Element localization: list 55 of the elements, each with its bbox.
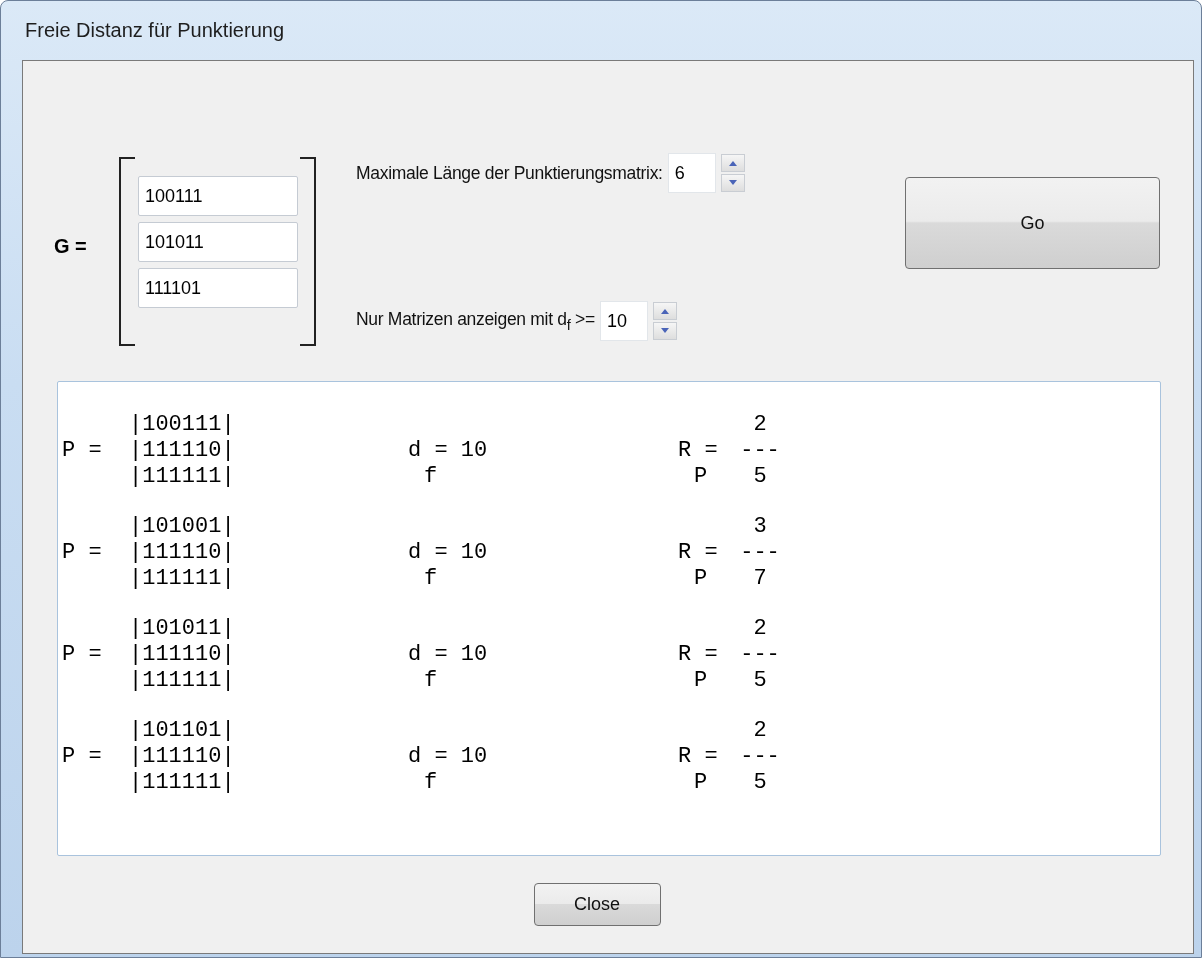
matrix-row-text: |111111| [129,464,236,490]
matrix-label: P = [62,438,103,464]
fraction-dashes: --- [740,642,780,668]
denominator: 5 [753,668,767,694]
fraction-dashes: --- [740,744,780,770]
subscript: P [693,464,709,490]
distance-value: d = 10 [408,642,489,668]
numerator: 2 [753,616,767,642]
subscript: P [693,770,709,796]
matrix-label: G = [54,235,88,258]
subscript: P [693,668,709,694]
distance-value: d = 10 [408,540,489,566]
matrix-row-text: |111110| [129,744,236,770]
matrix-row-text: |111111| [129,770,236,796]
denominator: 5 [753,770,767,796]
denominator: 7 [753,566,767,592]
distance-value: d = 10 [408,438,489,464]
rate-label: R = [678,540,719,566]
spinner-label: Maximale Länge der Punktierungsmatrix: [356,162,663,184]
subscript: f [423,464,439,490]
close-button[interactable]: Close [533,883,661,926]
matrix-label: P = [62,642,103,668]
matrix-row-text: |100111| [129,412,236,438]
matrix-row-text: |111110| [129,642,236,668]
subscript: f [423,566,439,592]
matrix-label: P = [62,744,103,770]
number-field[interactable]: 10 [599,301,648,341]
matrix-row-text: |101101| [129,718,236,744]
rate-label: R = [678,744,719,770]
fraction-dashes: --- [740,540,780,566]
numerator: 3 [753,514,767,540]
matrix-row-text: |111110| [129,540,236,566]
subscript: f [423,770,439,796]
window-title: Freie Distanz für Punktierung [25,19,284,42]
matrix-label: P = [62,540,103,566]
matrix-row-text: |101001| [129,514,236,540]
number-field[interactable]: 6 [667,153,716,193]
input-field[interactable]: 101011 [138,222,298,262]
numerator: 2 [753,412,767,438]
distance-value: d = 10 [408,744,489,770]
matrix-row-text: |111111| [129,668,236,694]
matrix-row-text: |111111| [129,566,236,592]
matrix-row-text: |101011| [129,616,236,642]
denominator: 5 [753,464,767,490]
fraction-dashes: --- [740,438,780,464]
subscript: f [423,668,439,694]
rate-label: R = [678,642,719,668]
numerator: 2 [753,718,767,744]
rate-label: R = [678,438,719,464]
spinner-label: Nur Matrizen anzeigen mit d$_{f}$ >= [356,309,595,333]
input-field[interactable]: 100111 [138,176,298,216]
subscript: P [693,566,709,592]
go-button[interactable]: Go [905,177,1160,269]
input-field[interactable]: 111101 [138,268,298,308]
matrix-row-text: |111110| [129,438,236,464]
